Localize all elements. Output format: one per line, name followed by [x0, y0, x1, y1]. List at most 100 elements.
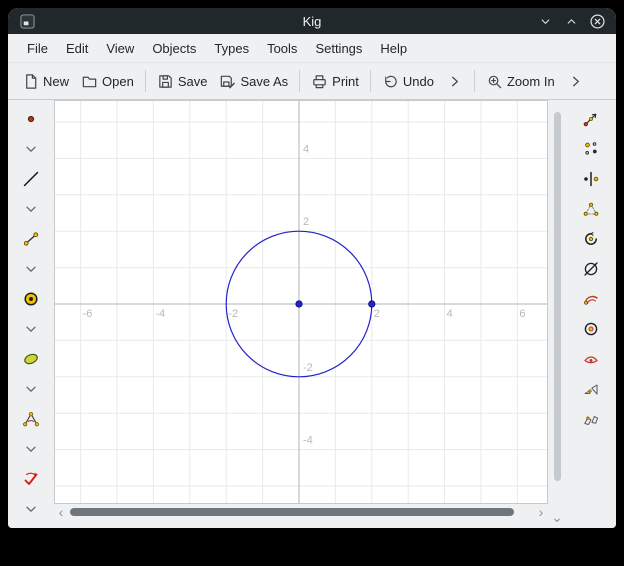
x-tick-label: 4	[447, 308, 453, 320]
menu-view[interactable]: View	[97, 34, 143, 62]
zoom-in-button[interactable]: Zoom In	[480, 68, 561, 95]
angle-tool-icon	[22, 410, 40, 428]
menu-settings[interactable]: Settings	[306, 34, 371, 62]
similitude-tool-icon	[582, 200, 600, 218]
conic-tool-expander[interactable]	[16, 374, 46, 404]
y-tick-label: -2	[303, 362, 313, 374]
point-pair-tool[interactable]	[576, 134, 606, 164]
x-tick-label: -2	[228, 308, 238, 320]
undo-overflow-button[interactable]	[440, 68, 469, 95]
vertical-scrollbar[interactable]	[548, 112, 566, 509]
chevron-down-icon	[22, 500, 40, 518]
scroll-right-arrow[interactable]: ›	[535, 505, 547, 519]
kig-window: Kig FileEditViewObjectsTypesToolsSetting…	[8, 8, 616, 528]
main-area: -6-4-224642-2-4 ‹ › ⌄	[8, 100, 616, 528]
rotation-tool-icon	[582, 230, 600, 248]
menu-file[interactable]: File	[18, 34, 57, 62]
scroll-down-arrow[interactable]: ⌄	[551, 510, 563, 524]
titlebar[interactable]: Kig	[8, 8, 616, 34]
geometry-canvas[interactable]: -6-4-224642-2-4	[54, 100, 548, 504]
projective-transform-tool[interactable]	[576, 404, 606, 434]
toolbar-overflow-button[interactable]	[561, 68, 590, 95]
test-tool-icon	[22, 470, 40, 488]
horizontal-scrollbar[interactable]: ‹ ›	[54, 504, 548, 520]
undo-button-label: Undo	[403, 74, 434, 89]
line-tool-expander[interactable]	[16, 194, 46, 224]
new-button[interactable]: New	[16, 68, 75, 95]
horizontal-scrollbar-thumb[interactable]	[70, 508, 514, 516]
menu-edit[interactable]: Edit	[57, 34, 97, 62]
main-toolbar: New Open Save Save As Print Undo Zoom In	[8, 63, 616, 100]
print-icon	[311, 73, 328, 90]
circular-inversion-tool-icon	[582, 260, 600, 278]
segment-tool[interactable]	[16, 224, 46, 254]
undo-button[interactable]: Undo	[376, 68, 440, 95]
close-circle-icon	[589, 13, 606, 30]
vertical-scrollbar-thumb[interactable]	[554, 112, 561, 481]
circle-tool[interactable]	[16, 284, 46, 314]
desktop-background: Kig FileEditViewObjectsTypesToolsSetting…	[0, 0, 624, 566]
angle-tool[interactable]	[16, 404, 46, 434]
conic-tool[interactable]	[16, 344, 46, 374]
scroll-left-arrow[interactable]: ‹	[55, 505, 67, 519]
conic-tool-icon	[22, 350, 40, 368]
new-button-label: New	[43, 74, 69, 89]
chevron-right-icon	[446, 73, 463, 90]
chevron-down-icon	[22, 440, 40, 458]
chevron-down-icon	[22, 320, 40, 338]
horizontal-scrollbar-track[interactable]	[67, 504, 535, 520]
print-button[interactable]: Print	[305, 68, 365, 95]
zoom-in-button-label: Zoom In	[507, 74, 555, 89]
test-tool[interactable]	[16, 464, 46, 494]
window-controls	[536, 12, 606, 30]
menu-types[interactable]: Types	[205, 34, 258, 62]
undo-icon	[382, 73, 399, 90]
test-tool-expander[interactable]	[16, 494, 46, 524]
save-button-label: Save	[178, 74, 208, 89]
similitude-tool[interactable]	[576, 194, 606, 224]
vector-tool[interactable]	[576, 104, 606, 134]
circle-tool-expander[interactable]	[16, 314, 46, 344]
axial-symmetry-tool[interactable]	[576, 164, 606, 194]
left-toolbox	[8, 100, 54, 528]
segment-tool-expander[interactable]	[16, 254, 46, 284]
menu-tools[interactable]: Tools	[258, 34, 306, 62]
menu-help[interactable]: Help	[371, 34, 416, 62]
open-button[interactable]: Open	[75, 68, 140, 95]
close-button[interactable]	[588, 12, 606, 30]
menubar: FileEditViewObjectsTypesToolsSettingsHel…	[8, 34, 616, 63]
minimize-button[interactable]	[536, 12, 554, 30]
point-tool[interactable]	[16, 104, 46, 134]
arc-pair-tool[interactable]	[576, 284, 606, 314]
x-tick-label: -6	[83, 308, 93, 320]
save-as-button[interactable]: Save As	[213, 68, 294, 95]
y-tick-label: 4	[303, 143, 309, 155]
vector-tool-icon	[582, 110, 600, 128]
zoom-in-icon	[486, 73, 503, 90]
chevron-down-icon	[22, 200, 40, 218]
save-button[interactable]: Save	[151, 68, 214, 95]
maximize-button[interactable]	[562, 12, 580, 30]
point-object[interactable]	[369, 301, 375, 307]
scale-triangles-tool-icon	[582, 380, 600, 398]
x-tick-label: -4	[155, 308, 165, 320]
save-as-icon	[219, 73, 236, 90]
chevron-down-icon	[538, 14, 553, 29]
point-tool-expander[interactable]	[16, 134, 46, 164]
inversion-circle-tool[interactable]	[576, 314, 606, 344]
axial-symmetry-tool-icon	[582, 170, 600, 188]
print-button-label: Print	[332, 74, 359, 89]
point-object[interactable]	[296, 301, 302, 307]
menu-objects[interactable]: Objects	[143, 34, 205, 62]
toolbar-separator	[145, 70, 146, 92]
circular-inversion-tool[interactable]	[576, 254, 606, 284]
toolbar-separator	[370, 70, 371, 92]
segment-tool-icon	[22, 230, 40, 248]
x-tick-label: 6	[519, 308, 525, 320]
conic-lens-tool[interactable]	[576, 344, 606, 374]
line-tool[interactable]	[16, 164, 46, 194]
open-folder-icon	[81, 73, 98, 90]
rotation-tool[interactable]	[576, 224, 606, 254]
angle-tool-expander[interactable]	[16, 434, 46, 464]
scale-triangles-tool[interactable]	[576, 374, 606, 404]
